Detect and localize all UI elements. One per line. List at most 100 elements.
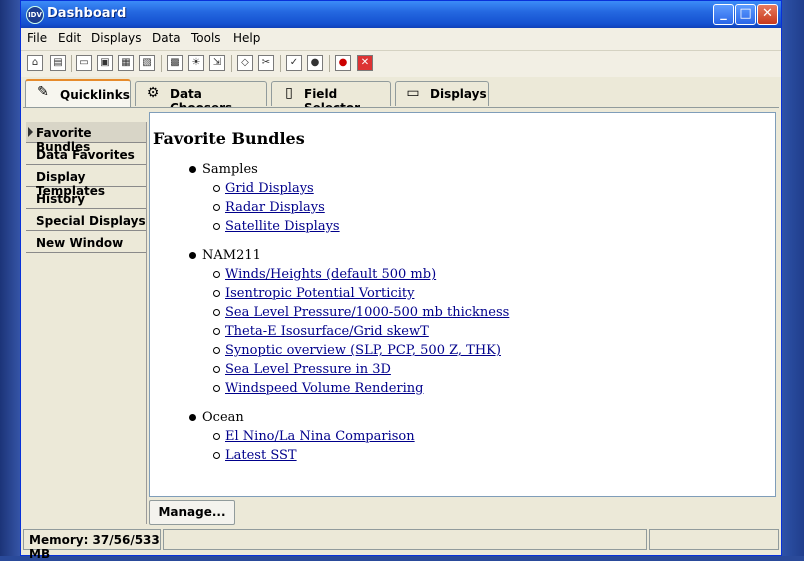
bullet-icon [189, 252, 196, 259]
link-latest-sst[interactable]: Latest SST [225, 448, 297, 463]
circle-bullet-icon [213, 452, 220, 459]
save-all-icon[interactable]: ▦ [118, 55, 134, 71]
sidebar-item-display-templates[interactable]: Display Templates [26, 166, 146, 198]
toolbar: ⌂ ▤ ▭ ▣ ▦ ▧ ▩ ☀ ⇲ ◇ ✂ ✓ ● ● ✕ [21, 51, 781, 77]
list-item: Synoptic overview (SLP, PCP, 500 Z, THK) [213, 343, 501, 358]
link-grid-displays[interactable]: Grid Displays [225, 181, 314, 196]
dashboard-window: IDV Dashboard _ □ ✕ File Edit Displays D… [20, 0, 782, 561]
link-windspeed-volume[interactable]: Windspeed Volume Rendering [225, 381, 423, 396]
toolbar-separator [329, 55, 330, 72]
menu-file[interactable]: File [27, 31, 47, 45]
menu-data[interactable]: Data [152, 31, 181, 45]
cancel-icon[interactable]: ✕ [357, 55, 373, 71]
link-synoptic-overview[interactable]: Synoptic overview (SLP, PCP, 500 Z, THK) [225, 343, 501, 358]
menu-help[interactable]: Help [233, 31, 260, 45]
memory-status: Memory: 37/56/533 MB [23, 529, 161, 561]
circle-bullet-icon [213, 204, 220, 211]
link-theta-e[interactable]: Theta-E Isosurface/Grid skewT [225, 324, 429, 339]
list-item: Latest SST [213, 448, 297, 463]
toolbar-separator [161, 55, 162, 72]
new-doc-icon[interactable]: ▤ [50, 55, 66, 71]
open-folder-icon[interactable]: ▭ [76, 55, 92, 71]
checkmark-icon[interactable]: ✓ [286, 55, 302, 71]
content-heading: Favorite Bundles [153, 129, 305, 148]
sidebar-item-special-displays[interactable]: Special Displays [26, 210, 146, 231]
close-button[interactable]: ✕ [757, 4, 778, 25]
list-item: Radar Displays [213, 200, 325, 215]
tab-field-selector[interactable]: ▯ Field Selector [271, 81, 391, 115]
scissors-icon[interactable]: ✂ [258, 55, 274, 71]
quicklinks-panel: Favorite Bundles Data Favorites Display … [23, 107, 779, 528]
list-item: Satellite Displays [213, 219, 340, 234]
tab-strip: ✎ Quicklinks ⚙ Data Choosers ▯ Field Sel… [21, 79, 781, 115]
tab-data-choosers[interactable]: ⚙ Data Choosers [135, 81, 267, 115]
sidebar-item-data-favorites[interactable]: Data Favorites [26, 144, 146, 165]
circle-bullet-icon [213, 223, 220, 230]
list-item: Sea Level Pressure/1000-500 mb thickness [213, 305, 509, 320]
circle-bullet-icon [213, 290, 220, 297]
link-slp-thickness[interactable]: Sea Level Pressure/1000-500 mb thickness [225, 305, 509, 320]
minimize-button[interactable]: _ [713, 4, 734, 25]
link-satellite-displays[interactable]: Satellite Displays [225, 219, 340, 234]
list-item: Theta-E Isosurface/Grid skewT [213, 324, 429, 339]
grid-icon[interactable]: ▩ [167, 55, 183, 71]
bundle-icon[interactable]: ▧ [139, 55, 155, 71]
status-progress-area [649, 529, 779, 550]
save-icon[interactable]: ▣ [97, 55, 113, 71]
group-ocean: Ocean [189, 410, 244, 425]
sidebar-item-history[interactable]: History [26, 188, 146, 209]
circle-bullet-icon [213, 347, 220, 354]
list-item: Sea Level Pressure in 3D [213, 362, 391, 377]
menu-edit[interactable]: Edit [58, 31, 81, 45]
menu-displays[interactable]: Displays [91, 31, 141, 45]
circle-bullet-icon [213, 433, 220, 440]
lightbulb-icon[interactable]: ☀ [188, 55, 204, 71]
maximize-button[interactable]: □ [735, 4, 756, 25]
list-item: Windspeed Volume Rendering [213, 381, 423, 396]
field-selector-icon: ▯ [285, 85, 293, 101]
export-icon[interactable]: ⇲ [209, 55, 225, 71]
bullet-icon [189, 166, 196, 173]
stop-icon[interactable]: ● [335, 55, 351, 71]
list-item: Isentropic Potential Vorticity [213, 286, 414, 301]
circle-bullet-icon [213, 309, 220, 316]
menu-bar: File Edit Displays Data Tools Help [21, 28, 781, 51]
circle-bullet-icon [213, 328, 220, 335]
circle-bullet-icon [213, 385, 220, 392]
title-bar[interactable]: IDV Dashboard _ □ ✕ [21, 1, 781, 28]
toolbar-separator [280, 55, 281, 72]
link-winds-heights[interactable]: Winds/Heights (default 500 mb) [225, 267, 436, 282]
tab-quicklinks[interactable]: ✎ Quicklinks [25, 79, 131, 107]
globe-icon[interactable]: ● [307, 55, 323, 71]
link-isentropic-pv[interactable]: Isentropic Potential Vorticity [225, 286, 414, 301]
window-title: Dashboard [47, 6, 127, 21]
sidebar-item-new-window[interactable]: New Window [26, 232, 146, 253]
status-bar: Memory: 37/56/533 MB [23, 529, 779, 561]
status-message-area [163, 529, 647, 550]
list-item: Winds/Heights (default 500 mb) [213, 267, 436, 282]
bullet-icon [189, 414, 196, 421]
desktop-right [780, 0, 804, 556]
menu-tools[interactable]: Tools [191, 31, 221, 45]
circle-bullet-icon [213, 185, 220, 192]
tab-displays[interactable]: ▭ Displays [395, 81, 489, 106]
group-nam211: NAM211 [189, 248, 261, 263]
favorite-bundles-content: Favorite Bundles Samples Grid Displays R… [149, 112, 776, 497]
toolbar-separator [71, 55, 72, 72]
quicklinks-icon: ✎ [37, 84, 49, 100]
data-choosers-icon: ⚙ [146, 85, 160, 101]
eraser-icon[interactable]: ◇ [237, 55, 253, 71]
link-el-nino[interactable]: El Nino/La Nina Comparison [225, 429, 415, 444]
link-radar-displays[interactable]: Radar Displays [225, 200, 325, 215]
displays-icon: ▭ [406, 85, 420, 101]
home-icon[interactable]: ⌂ [27, 55, 43, 71]
quicklinks-sidebar: Favorite Bundles Data Favorites Display … [26, 122, 147, 524]
sidebar-item-favorite-bundles[interactable]: Favorite Bundles [26, 122, 146, 154]
selected-arrow-icon [28, 127, 33, 137]
list-item: El Nino/La Nina Comparison [213, 429, 415, 444]
list-item: Grid Displays [213, 181, 314, 196]
manage-button[interactable]: Manage... [149, 500, 235, 525]
circle-bullet-icon [213, 271, 220, 278]
toolbar-separator [231, 55, 232, 72]
link-slp-3d[interactable]: Sea Level Pressure in 3D [225, 362, 391, 377]
